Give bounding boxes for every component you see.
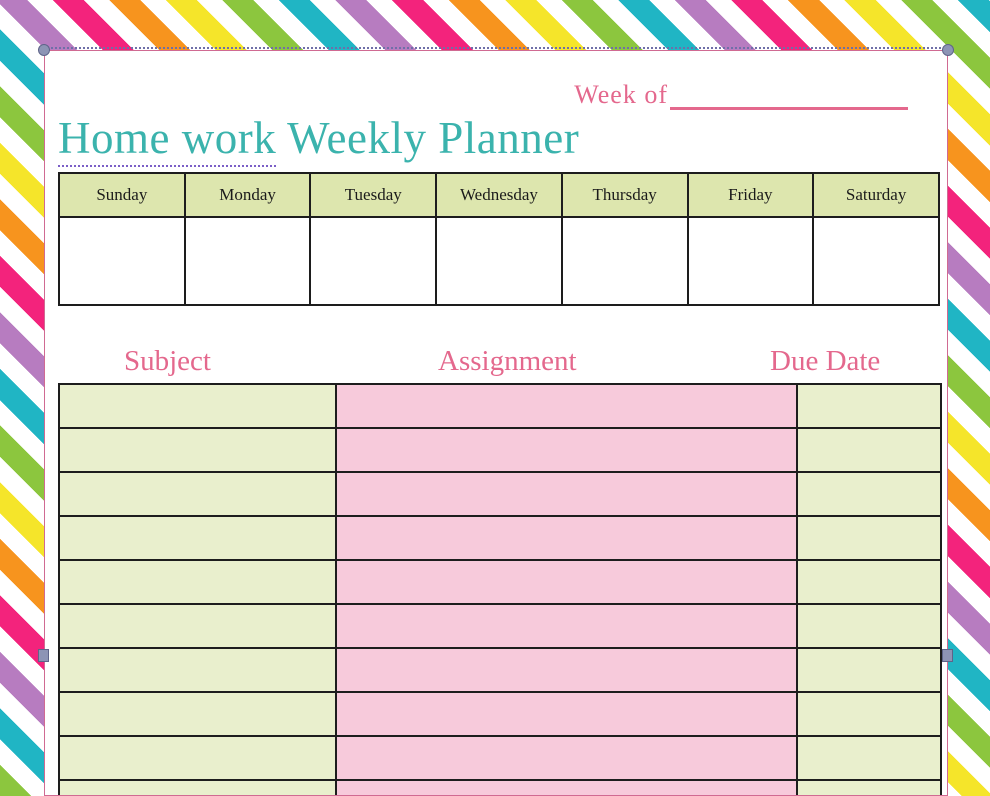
week-days-table[interactable]: Sunday Monday Tuesday Wednesday Thursday… bbox=[58, 172, 940, 306]
homework-cell-assignment[interactable] bbox=[335, 779, 798, 796]
planner-canvas: Week of Home work Weekly Planner Sunday … bbox=[0, 0, 990, 796]
planner-document[interactable]: Week of Home work Weekly Planner Sunday … bbox=[44, 50, 948, 796]
day-cell-wednesday[interactable] bbox=[435, 216, 563, 306]
document-clip: Week of Home work Weekly Planner Sunday … bbox=[44, 50, 948, 796]
homework-cell-due-date[interactable] bbox=[796, 559, 942, 605]
homework-row bbox=[58, 427, 942, 473]
homework-row bbox=[58, 647, 942, 693]
day-cell-sunday[interactable] bbox=[58, 216, 186, 306]
homework-row bbox=[58, 603, 942, 649]
homework-cell-due-date[interactable] bbox=[796, 691, 942, 737]
homework-cell-assignment[interactable] bbox=[335, 515, 798, 561]
day-header-wednesday: Wednesday bbox=[435, 172, 563, 218]
day-header-monday: Monday bbox=[183, 172, 312, 218]
day-cell-tuesday[interactable] bbox=[309, 216, 438, 306]
homework-row bbox=[58, 471, 942, 517]
day-cell-saturday[interactable] bbox=[812, 216, 940, 306]
homework-cell-due-date[interactable] bbox=[796, 603, 942, 649]
day-header-friday: Friday bbox=[686, 172, 815, 218]
selection-dotted-edge bbox=[44, 47, 948, 49]
page-title-part-weekly-planner: Weekly Planner bbox=[276, 113, 580, 163]
day-header-tuesday: Tuesday bbox=[309, 172, 438, 218]
homework-cell-assignment[interactable] bbox=[335, 603, 798, 649]
homework-row bbox=[58, 559, 942, 605]
homework-column-labels: Subject Assignment Due Date bbox=[58, 345, 940, 385]
day-header-saturday: Saturday bbox=[812, 172, 940, 218]
homework-cell-assignment[interactable] bbox=[335, 647, 798, 693]
homework-cell-assignment[interactable] bbox=[335, 691, 798, 737]
homework-cell-due-date[interactable] bbox=[796, 735, 942, 781]
resize-handle-middle-left[interactable] bbox=[38, 649, 49, 662]
homework-cell-assignment[interactable] bbox=[335, 427, 798, 473]
homework-cell-assignment[interactable] bbox=[335, 471, 798, 517]
homework-cell-subject[interactable] bbox=[58, 647, 337, 693]
homework-cell-subject[interactable] bbox=[58, 735, 337, 781]
day-cell-friday[interactable] bbox=[686, 216, 815, 306]
homework-cell-subject[interactable] bbox=[58, 383, 337, 429]
homework-cell-assignment[interactable] bbox=[335, 735, 798, 781]
week-of-label: Week of bbox=[574, 80, 668, 109]
homework-cell-assignment[interactable] bbox=[335, 383, 798, 429]
column-label-due-date: Due Date bbox=[770, 345, 881, 377]
homework-cell-due-date[interactable] bbox=[796, 427, 942, 473]
homework-cell-due-date[interactable] bbox=[796, 471, 942, 517]
day-cell-thursday[interactable] bbox=[560, 216, 689, 306]
week-days-entry-row bbox=[58, 216, 940, 306]
week-of-row: Week of bbox=[44, 80, 948, 110]
column-label-subject: Subject bbox=[124, 345, 211, 377]
resize-handle-middle-right[interactable] bbox=[942, 649, 953, 662]
homework-cell-due-date[interactable] bbox=[796, 515, 942, 561]
homework-cell-subject[interactable] bbox=[58, 559, 337, 605]
homework-cell-subject[interactable] bbox=[58, 471, 337, 517]
week-of-blank-field[interactable] bbox=[670, 85, 908, 110]
homework-cell-due-date[interactable] bbox=[796, 383, 942, 429]
resize-handle-top-left[interactable] bbox=[38, 44, 50, 56]
day-header-sunday: Sunday bbox=[58, 172, 186, 218]
week-days-header-row: Sunday Monday Tuesday Wednesday Thursday… bbox=[58, 172, 940, 218]
homework-cell-subject[interactable] bbox=[58, 515, 337, 561]
homework-table[interactable] bbox=[58, 383, 942, 796]
page-title[interactable]: Home work Weekly Planner bbox=[58, 112, 580, 167]
homework-cell-subject[interactable] bbox=[58, 603, 337, 649]
homework-cell-subject[interactable] bbox=[58, 779, 337, 796]
homework-row bbox=[58, 691, 942, 737]
homework-table-body bbox=[58, 383, 942, 796]
day-cell-monday[interactable] bbox=[183, 216, 312, 306]
homework-cell-due-date[interactable] bbox=[796, 779, 942, 796]
page-title-part-homework: Home work bbox=[58, 113, 277, 167]
homework-row bbox=[58, 383, 942, 429]
day-header-thursday: Thursday bbox=[560, 172, 689, 218]
homework-cell-subject[interactable] bbox=[58, 691, 337, 737]
resize-handle-top-right[interactable] bbox=[942, 44, 954, 56]
column-label-assignment: Assignment bbox=[438, 345, 577, 377]
homework-row bbox=[58, 779, 942, 796]
homework-row bbox=[58, 735, 942, 781]
homework-cell-assignment[interactable] bbox=[335, 559, 798, 605]
homework-cell-due-date[interactable] bbox=[796, 647, 942, 693]
homework-row bbox=[58, 515, 942, 561]
homework-cell-subject[interactable] bbox=[58, 427, 337, 473]
